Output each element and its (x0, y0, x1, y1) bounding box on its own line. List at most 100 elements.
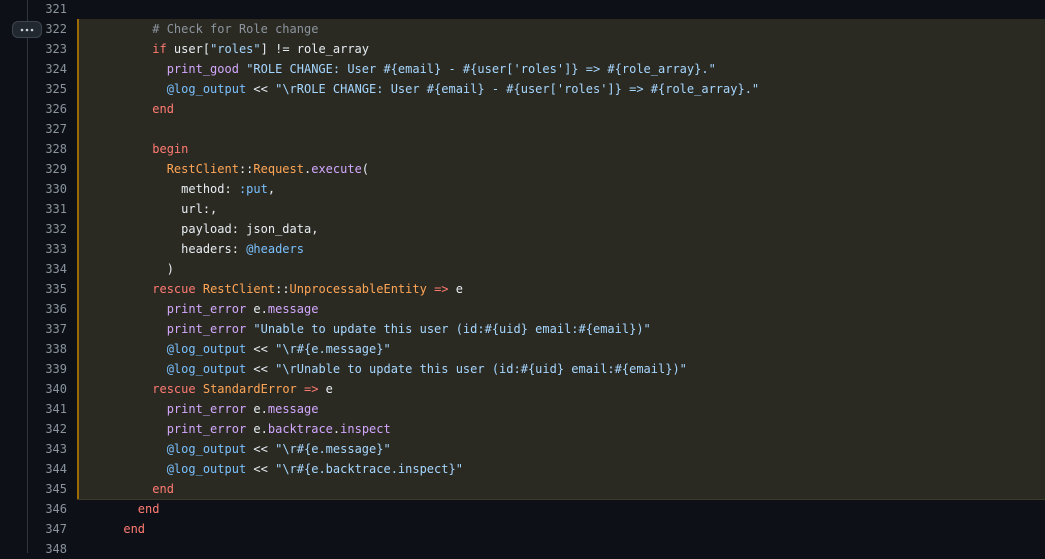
token-constant: UnprocessableEntity (289, 282, 427, 296)
line-number[interactable]: 348 (28, 539, 67, 559)
line-number[interactable]: 345 (28, 479, 67, 499)
change-marker (77, 299, 79, 319)
token-plain: e (448, 282, 463, 296)
line-number[interactable]: 327 (28, 119, 67, 139)
token-plain: << (246, 362, 276, 376)
line-number[interactable]: 342 (28, 419, 67, 439)
change-marker (77, 119, 79, 139)
line-number[interactable]: 334 (28, 259, 67, 279)
code-text: @log_output << "\rUnable to update this … (80, 359, 687, 379)
token-string: "\r#{e.backtrace.inspect}" (275, 462, 463, 476)
token-plain: url:, (181, 202, 218, 216)
token-plain: e (318, 382, 333, 396)
code-text: @log_output << "\r#{e.backtrace.inspect}… (80, 459, 463, 479)
code-line: 343 @log_output << "\r#{e.message}" (0, 439, 1045, 459)
token-function: execute (311, 162, 362, 176)
change-marker (77, 279, 79, 299)
line-number[interactable]: 337 (28, 319, 67, 339)
code-text: headers: @headers (80, 239, 304, 259)
token-string: "\r#{e.message}" (275, 342, 391, 356)
code-line: 322 # Check for Role change (0, 19, 1045, 39)
token-plain: :: (275, 282, 290, 296)
line-number[interactable]: 329 (28, 159, 67, 179)
token-function: print_good (166, 62, 239, 76)
line-number[interactable]: 325 (28, 79, 67, 99)
token-plain: user[ (166, 42, 211, 56)
code-line: 324 print_good "ROLE CHANGE: User #{emai… (0, 59, 1045, 79)
code-line: 321 (0, 0, 1045, 19)
code-text: ) (80, 259, 174, 279)
token-plain: << (246, 442, 276, 456)
code-text: print_error "Unable to update this user … (80, 319, 651, 339)
line-number[interactable]: 332 (28, 219, 67, 239)
line-number[interactable]: 335 (28, 279, 67, 299)
code-line: 346 end (0, 499, 1045, 519)
change-highlight (77, 119, 1045, 139)
line-number[interactable]: 331 (28, 199, 67, 219)
line-number[interactable]: 347 (28, 519, 67, 539)
line-number[interactable]: 321 (28, 0, 67, 19)
line-number[interactable]: 341 (28, 399, 67, 419)
change-marker (77, 259, 79, 279)
change-marker (77, 339, 79, 359)
change-marker (77, 459, 79, 479)
line-number[interactable]: 323 (28, 39, 67, 59)
token-function: message (267, 302, 319, 316)
code-viewer: 321 322 # Check for Role change 323 if use… (0, 0, 1045, 556)
line-number[interactable]: 324 (28, 59, 67, 79)
code-text: print_error e.message (80, 299, 319, 319)
code-text: end (80, 499, 160, 519)
token-ivar: :put (238, 182, 268, 196)
token-plain: e. (246, 402, 268, 416)
token-keyword: => (434, 282, 449, 296)
change-marker (77, 59, 79, 79)
line-number[interactable]: 336 (28, 299, 67, 319)
change-marker (77, 419, 79, 439)
code-line: 345 end (0, 479, 1045, 499)
token-string: "Unable to update this user (id:#{uid} e… (253, 322, 651, 336)
code-text: url:, (80, 199, 217, 219)
code-line: 323 if user["roles"] != role_array (0, 39, 1045, 59)
code-line: 335 rescue RestClient::UnprocessableEnti… (0, 279, 1045, 299)
code-text: end (80, 519, 145, 539)
change-marker (77, 19, 79, 39)
code-line: 338 @log_output << "\r#{e.message}" (0, 339, 1045, 359)
change-marker (77, 439, 79, 459)
code-line: 334 ) (0, 259, 1045, 279)
line-number[interactable]: 339 (28, 359, 67, 379)
token-plain: << (246, 342, 276, 356)
code-line: 347 end (0, 519, 1045, 539)
token-keyword: if (152, 42, 167, 56)
code-line: 326 end (0, 99, 1045, 119)
expand-lines-button[interactable] (12, 21, 42, 38)
token-string: "\r#{e.message}" (275, 442, 391, 456)
token-keyword: => (304, 382, 319, 396)
line-number[interactable]: 338 (28, 339, 67, 359)
line-number[interactable]: 326 (28, 99, 67, 119)
line-number[interactable]: 344 (28, 459, 67, 479)
code-text: if user["roles"] != role_array (80, 39, 369, 59)
change-marker (77, 239, 79, 259)
change-highlight (77, 479, 1045, 499)
line-number[interactable]: 340 (28, 379, 67, 399)
line-number[interactable]: 343 (28, 439, 67, 459)
line-number[interactable]: 328 (28, 139, 67, 159)
line-number[interactable]: 330 (28, 179, 67, 199)
code-text: method: :put, (80, 179, 275, 199)
line-number[interactable]: 333 (28, 239, 67, 259)
change-marker (77, 379, 79, 399)
line-number[interactable]: 346 (28, 499, 67, 519)
token-ivar: @log_output (166, 362, 247, 376)
code-text: RestClient::Request.execute( (80, 159, 369, 179)
